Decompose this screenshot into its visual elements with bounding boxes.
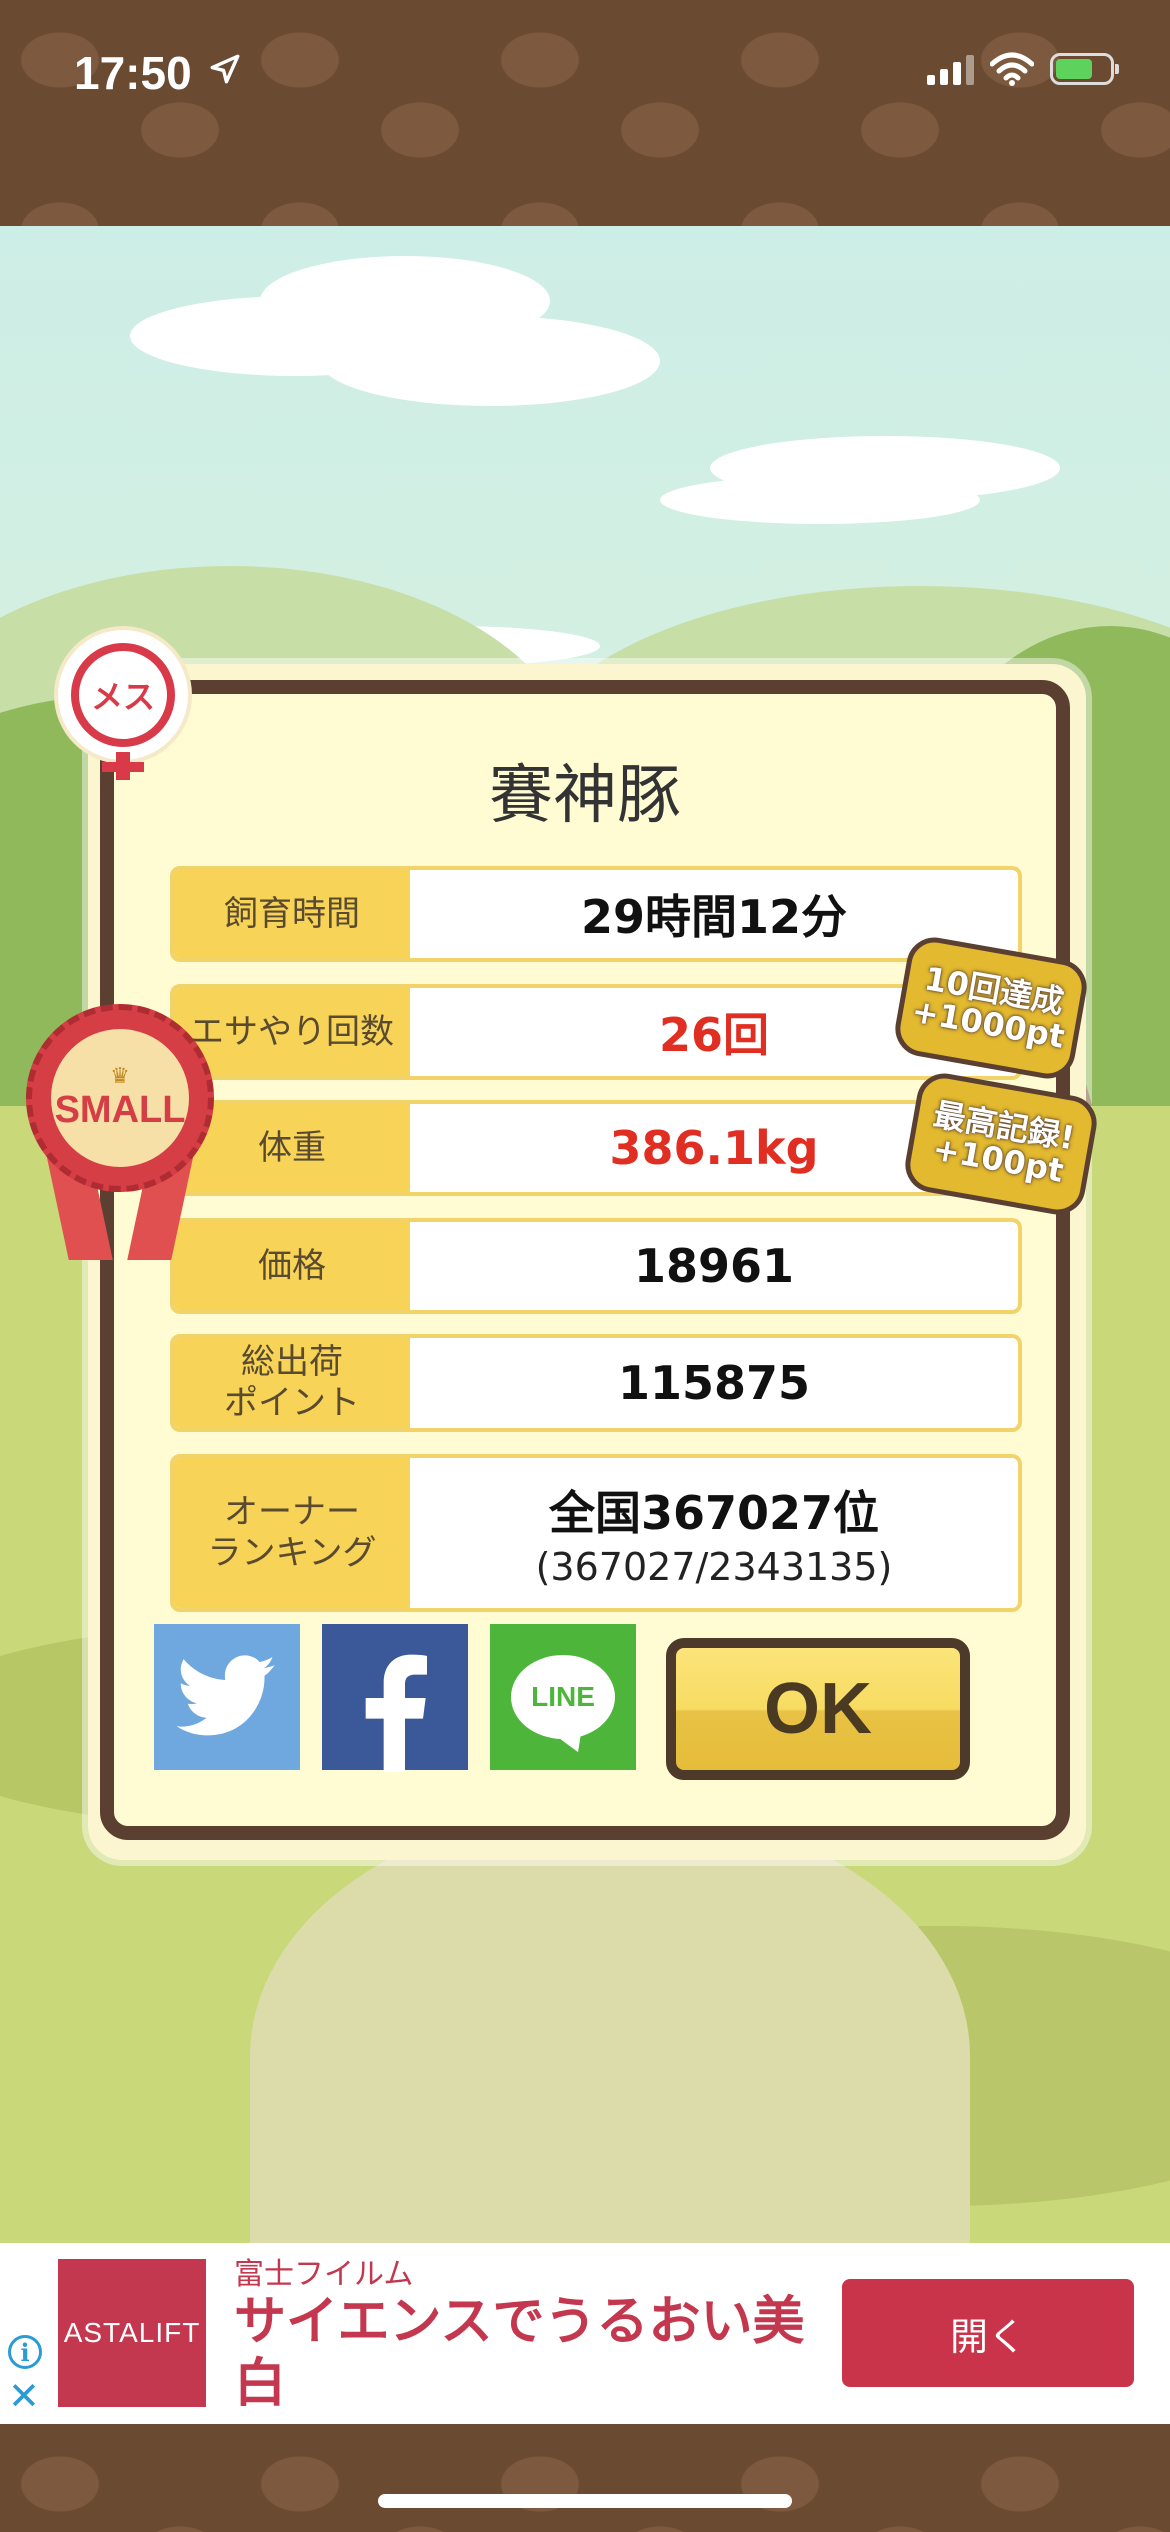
- cloud: [710, 436, 1060, 500]
- twitter-share-button[interactable]: [154, 1624, 300, 1770]
- location-arrow-icon: [210, 54, 240, 84]
- ok-button[interactable]: OK: [666, 1638, 970, 1780]
- status-time: 17:50: [74, 47, 192, 99]
- pig-name-title: 賽神豚: [489, 759, 681, 833]
- row-label: 総出荷 ポイント: [174, 1338, 410, 1428]
- ad-banner[interactable]: ASTALIFT 富士フイルム サイエンスでうるおい美白 開く i ✕: [0, 2243, 1170, 2424]
- ad-open-button[interactable]: 開く: [842, 2279, 1134, 2387]
- row-owner-ranking: オーナー ランキング 全国367027位 (367027/2343135): [170, 1454, 1022, 1612]
- row-value: 115875: [617, 1356, 811, 1410]
- row-feeding-count: エサやり回数 26回: [170, 984, 1022, 1080]
- ranking-detail: (367027/2343135): [535, 1545, 893, 1589]
- row-total-shipping-points: 総出荷 ポイント 115875: [170, 1334, 1022, 1432]
- row-value: 18961: [633, 1239, 795, 1293]
- status-icons: [927, 52, 1119, 86]
- line-label: LINE: [531, 1681, 595, 1712]
- size-label: SMALL: [54, 1089, 186, 1131]
- crown-icon: ♛: [110, 1064, 130, 1089]
- home-indicator[interactable]: [378, 2494, 792, 2508]
- ad-logo: ASTALIFT: [58, 2259, 206, 2407]
- status-bar: 17:50: [0, 0, 1170, 226]
- bottom-pattern-bar: [0, 2424, 1170, 2532]
- gender-label: メス: [71, 643, 175, 747]
- row-label: エサやり回数: [174, 988, 410, 1076]
- row-value: 全国367027位 (367027/2343135): [410, 1458, 1018, 1608]
- line-share-button[interactable]: LINE: [490, 1624, 636, 1770]
- battery-icon: [1050, 53, 1119, 85]
- twitter-bird-icon: [177, 1655, 276, 1736]
- size-badge: ♛ SMALL: [26, 1004, 214, 1192]
- row-weight: 体重 386.1kg: [170, 1100, 1022, 1196]
- facebook-share-button[interactable]: [322, 1624, 468, 1772]
- line-bubble-icon: LINE: [511, 1655, 615, 1757]
- row-breeding-time: 飼育時間 29時間12分: [170, 866, 1022, 962]
- row-label: オーナー ランキング: [174, 1458, 410, 1608]
- wifi-icon: [990, 52, 1034, 86]
- ad-brand: 富士フイルム: [234, 2257, 414, 2292]
- ad-info-icon[interactable]: i: [8, 2335, 42, 2369]
- cellular-signal-icon: [927, 53, 974, 85]
- ad-close-icon[interactable]: ✕: [8, 2377, 40, 2415]
- row-label: 価格: [174, 1222, 410, 1310]
- female-symbol-bar: [102, 762, 144, 772]
- row-price: 価格 18961: [170, 1218, 1022, 1314]
- ranking-value: 全国367027位: [548, 1486, 880, 1540]
- row-label: 飼育時間: [174, 870, 410, 958]
- ad-headline: サイエンスでうるおい美白: [234, 2292, 805, 2415]
- gender-badge: メス: [58, 630, 188, 760]
- cloud: [320, 316, 660, 406]
- facebook-f-icon: [365, 1654, 427, 1772]
